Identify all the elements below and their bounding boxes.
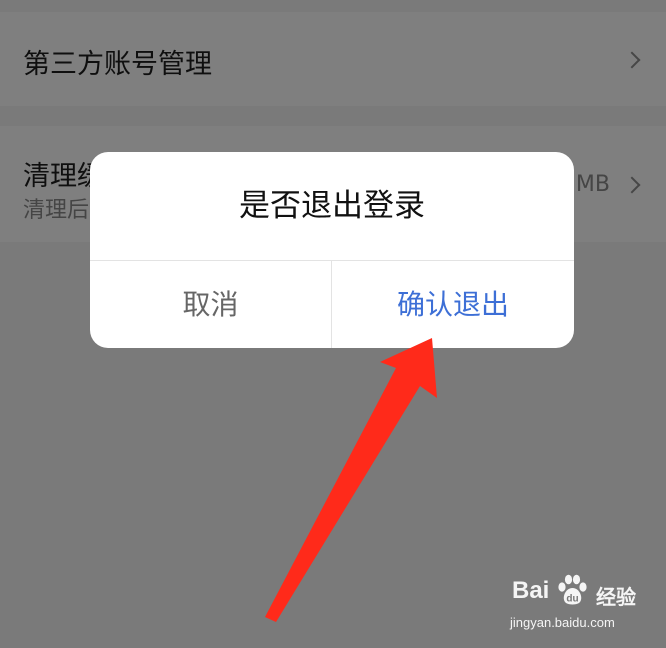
red-arrow-annotation [265,338,437,622]
paw-icon: du [558,574,587,605]
svg-text:du: du [566,594,578,605]
baidu-jingyan-watermark: Bai du 经验 jingyan.baidu.com [508,573,658,635]
watermark-suffix: 经验 [596,585,636,609]
watermark-url: jingyan.baidu.com [510,615,615,630]
watermark-logo-text: Bai [512,577,550,604]
arrow-shape [265,338,437,622]
